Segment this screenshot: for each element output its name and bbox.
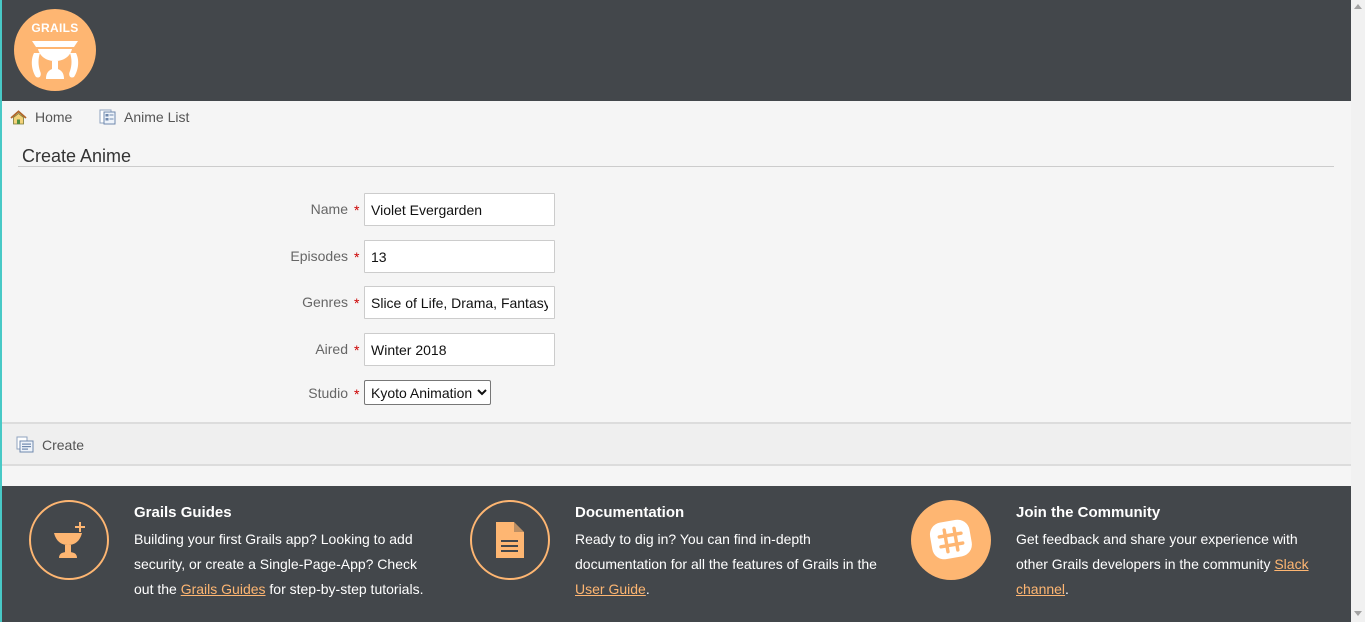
buttons-bar: Create (2, 422, 1351, 466)
nav-home[interactable]: Home (10, 108, 72, 126)
scroll-down-arrow-icon[interactable] (1354, 611, 1362, 616)
title-divider (18, 166, 1334, 167)
name-field[interactable] (364, 193, 555, 226)
nav-bar: Home Anime List (2, 101, 1351, 131)
grails-guides-icon (29, 500, 109, 580)
footer-documentation-text-before: Ready to dig in? You can find in-depth d… (575, 531, 877, 572)
document-icon (470, 500, 550, 580)
name-label: Name (310, 201, 348, 217)
list-icon (99, 109, 116, 125)
home-icon (10, 109, 27, 125)
episodes-label: Episodes (290, 248, 348, 264)
header: GRAILS (2, 0, 1351, 101)
footer-community-text-before: Get feedback and share your experience w… (1016, 531, 1298, 572)
footer-guides-text-after: for step-by-step tutorials. (265, 581, 424, 597)
footer-guides-title: Grails Guides (134, 504, 232, 521)
footer-documentation-title: Documentation (575, 504, 685, 521)
slack-icon (911, 500, 991, 580)
genres-field[interactable] (364, 286, 555, 319)
user-guide-link[interactable]: User Guide (575, 581, 646, 597)
required-marker: * (354, 249, 360, 265)
footer-community-text-after: . (1065, 581, 1069, 597)
vertical-scrollbar[interactable] (1351, 0, 1365, 622)
grails-logo[interactable]: GRAILS (14, 9, 96, 91)
footer-guides-text: Building your first Grails app? Looking … (134, 527, 434, 602)
studio-select[interactable]: Kyoto Animation (364, 380, 491, 405)
grails-guides-link[interactable]: Grails Guides (181, 581, 266, 597)
footer-community-text: Get feedback and share your experience w… (1016, 527, 1316, 602)
create-button-label: Create (42, 436, 85, 453)
nav-home-label: Home (35, 109, 73, 125)
logo-text: GRAILS (31, 21, 79, 35)
required-marker: * (354, 202, 360, 218)
scroll-up-arrow-icon[interactable] (1354, 4, 1362, 9)
studio-label: Studio (308, 385, 348, 401)
required-marker: * (354, 295, 360, 311)
required-marker: * (354, 386, 360, 402)
field-aired-row: Aired * (2, 333, 702, 367)
field-genres-row: Genres * (2, 286, 702, 320)
aired-label: Aired (315, 341, 348, 357)
nav-anime-list-label: Anime List (124, 109, 190, 125)
field-name-row: Name * (2, 193, 702, 227)
footer-community-title: Join the Community (1016, 504, 1161, 521)
field-episodes-row: Episodes * (2, 240, 702, 274)
page-title: Create Anime (22, 146, 132, 166)
create-button[interactable]: Create (16, 436, 84, 453)
aired-field[interactable] (364, 333, 555, 366)
page: GRAILS Home Anime List Create Anime Name… (0, 0, 1351, 622)
grails-cup-icon (31, 41, 79, 79)
required-marker: * (354, 342, 360, 358)
footer: Grails Guides Building your first Grails… (2, 486, 1351, 622)
nav-anime-list[interactable]: Anime List (99, 108, 189, 126)
footer-documentation-text: Ready to dig in? You can find in-depth d… (575, 527, 885, 602)
create-icon (16, 436, 34, 453)
episodes-field[interactable] (364, 240, 555, 273)
footer-documentation-text-after: . (645, 581, 650, 597)
field-studio-row: Studio * Kyoto Animation (2, 380, 702, 414)
genres-label: Genres (302, 294, 348, 310)
